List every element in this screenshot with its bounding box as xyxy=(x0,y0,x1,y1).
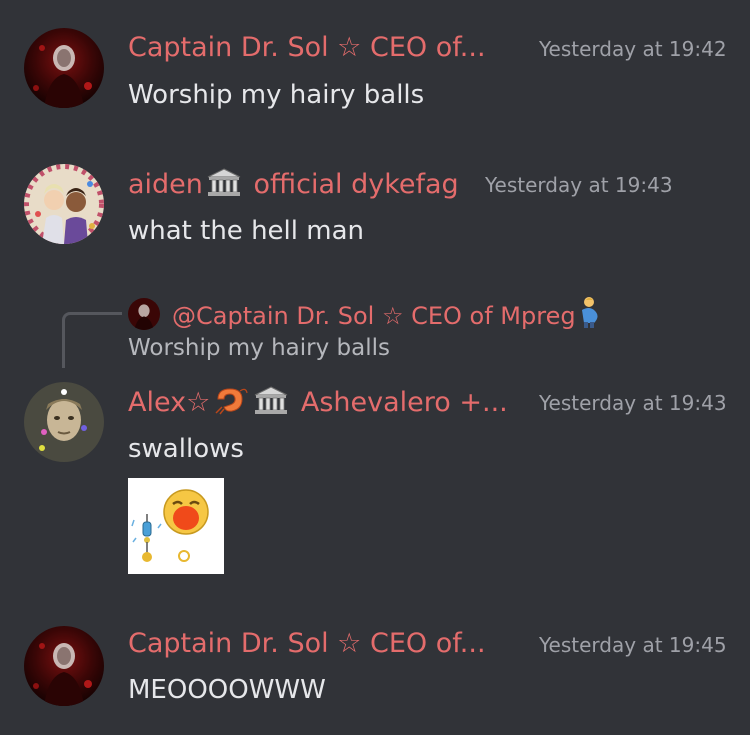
shrimp-emoji xyxy=(212,385,248,424)
username-suffix: official dykefag xyxy=(244,169,459,200)
username[interactable]: Captain Dr. Sol ☆ CEO of... xyxy=(128,31,486,65)
timestamp: Yesterday at 19:42 xyxy=(539,37,727,61)
timestamp: Yesterday at 19:45 xyxy=(539,633,727,657)
dark-red-portrait-avatar[interactable] xyxy=(24,28,104,108)
anime-couple-avatar[interactable] xyxy=(24,164,104,244)
reply-preview-text[interactable]: Worship my hairy balls xyxy=(128,332,390,364)
reply-connector xyxy=(62,312,122,368)
username[interactable]: aiden official dykefag xyxy=(128,167,459,206)
pregnant-man-emoji xyxy=(578,296,602,337)
message-text: MEOOOOWWW xyxy=(128,675,326,705)
message-text: Worship my hairy balls xyxy=(128,80,425,110)
sepia-face-avatar[interactable] xyxy=(24,382,104,462)
username[interactable]: Alex☆ Ashevalero +... xyxy=(128,385,508,424)
reply-mention[interactable]: @Captain Dr. Sol ☆ CEO of Mpreg xyxy=(172,296,604,337)
message-text: swallows xyxy=(128,434,244,464)
username-name: aiden xyxy=(128,169,203,200)
screaming-emoji-sticker[interactable] xyxy=(128,478,224,574)
reply-mention-text: @Captain Dr. Sol ☆ CEO of Mpreg xyxy=(172,302,576,330)
message-text: what the hell man xyxy=(128,216,364,246)
username[interactable]: Captain Dr. Sol ☆ CEO of... xyxy=(128,627,486,661)
classical-building-emoji xyxy=(252,385,290,424)
classical-building-emoji xyxy=(205,167,243,206)
chat-message-list: Captain Dr. Sol ☆ CEO of... Yesterday at… xyxy=(0,0,750,735)
username-suffix: Ashevalero +... xyxy=(292,387,508,418)
username-name: Alex☆ xyxy=(128,387,211,418)
dark-red-portrait-avatar[interactable] xyxy=(24,626,104,706)
timestamp: Yesterday at 19:43 xyxy=(539,391,727,415)
timestamp: Yesterday at 19:43 xyxy=(485,173,673,197)
dark-red-portrait-avatar[interactable] xyxy=(128,298,160,330)
